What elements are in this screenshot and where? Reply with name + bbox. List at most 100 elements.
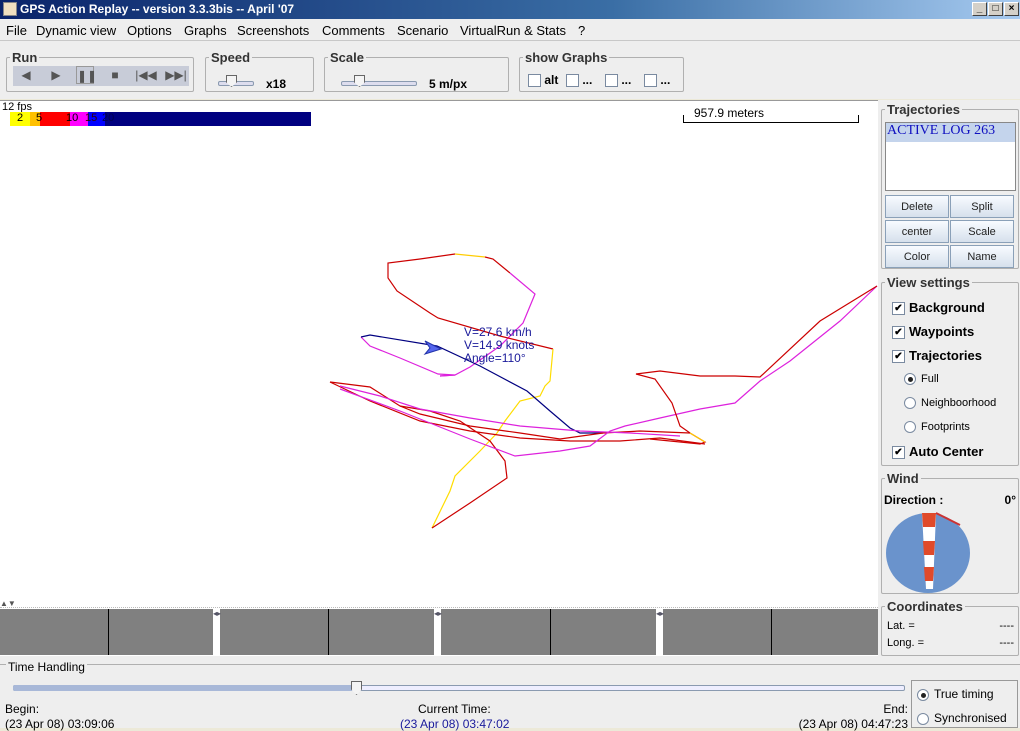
lat-value: ---- (999, 620, 1014, 632)
mode-footprints-radio[interactable]: Footprints (904, 421, 970, 434)
end-label: End: (883, 702, 908, 716)
mode-neighbourhood-radio[interactable]: Neighboorhood (904, 397, 996, 410)
split-handle-icon[interactable]: ◂▸ (434, 609, 442, 655)
begin-label: Begin: (5, 702, 40, 716)
rewind-to-start-icon[interactable]: |◀◀ (135, 66, 157, 84)
graph-4-label: ... (660, 73, 671, 87)
trajectories-label: Trajectories (885, 102, 962, 117)
auto-center-checkbox[interactable]: ✔ Auto Center (892, 444, 984, 460)
true-timing-label: True timing (934, 687, 994, 701)
fast-forward-to-end-icon[interactable]: ▶▶| (165, 66, 187, 84)
map-canvas[interactable]: 12 fps 2 5 10 15 20 957.9 meters V=27.6 … (0, 100, 878, 600)
end-value: (23 Apr 08) 04:47:23 (798, 717, 908, 731)
current-time-label: Current Time: (418, 702, 491, 716)
menu-file[interactable]: File (6, 23, 27, 38)
toolbar: Run ◀ ▶ ❚❚ ■ |◀◀ ▶▶| Speed x18 Scale 5 m… (0, 41, 1020, 99)
synchronised-label: Synchronised (934, 711, 1007, 725)
trajectories-checkbox-label: Trajectories (909, 348, 982, 363)
maximize-button[interactable]: □ (988, 2, 1003, 16)
split-button[interactable]: Split (950, 195, 1014, 218)
menu-scenario[interactable]: Scenario (397, 23, 448, 38)
background-checkbox[interactable]: ✔ Background (892, 300, 985, 316)
graph-3-label: ... (621, 73, 632, 87)
graph-2-checkbox[interactable]: ... (566, 73, 593, 88)
menu-virtualrun-stats[interactable]: VirtualRun & Stats (460, 23, 566, 38)
mode-full-radio[interactable]: Full (904, 373, 939, 386)
background-label: Background (909, 300, 985, 315)
menu-bar: File Dynamic view Options Graphs Screens… (0, 19, 1020, 41)
menu-comments[interactable]: Comments (322, 23, 385, 38)
menu-graphs[interactable]: Graphs (184, 23, 227, 38)
close-button[interactable]: × (1004, 2, 1019, 16)
minimize-button[interactable]: _ (972, 2, 987, 16)
color-button[interactable]: Color (885, 245, 949, 268)
name-button[interactable]: Name (950, 245, 1014, 268)
speed-value: x18 (266, 77, 287, 91)
track-segment (635, 285, 878, 445)
graph-3-checkbox[interactable]: ... (605, 73, 632, 88)
speed-label: Speed (209, 50, 253, 65)
split-handle-icon[interactable]: ◂▸ (656, 609, 664, 655)
stop-icon[interactable]: ■ (106, 66, 124, 84)
time-handling-label: Time Handling (6, 660, 87, 674)
track-segment (454, 253, 486, 258)
title-bar: GPS Action Replay -- version 3.3.3bis --… (0, 0, 1020, 19)
show-graphs-label: show Graphs (523, 50, 610, 65)
right-panel: Trajectories ACTIVE LOG 263 Delete Split… (878, 100, 1020, 656)
waypoints-checkbox[interactable]: ✔ Waypoints (892, 324, 975, 340)
wind-direction-label: Direction : (884, 493, 944, 507)
track-segment (689, 432, 706, 443)
play-icon[interactable]: ▶ (47, 66, 65, 84)
menu-options[interactable]: Options (127, 23, 172, 38)
scale-value: 5 m/px (429, 77, 468, 91)
split-handle-icon[interactable]: ◂▸ (213, 609, 221, 655)
long-label: Long. = (887, 637, 925, 649)
graph-4-checkbox[interactable]: ... (644, 73, 671, 88)
graph-2-label: ... (582, 73, 593, 87)
mode-footprints-label: Footprints (921, 421, 970, 433)
track-segment (339, 285, 878, 457)
lat-label: Lat. = (887, 620, 915, 632)
trajectory-item[interactable]: ACTIVE LOG 263 (886, 123, 1015, 142)
mode-full-label: Full (921, 373, 939, 385)
track-segment (339, 385, 681, 437)
menu-help[interactable]: ? (578, 23, 585, 38)
wind-direction-value: 0° (1004, 493, 1016, 507)
current-position-arrow-icon (423, 340, 443, 355)
long-value: ---- (999, 637, 1014, 649)
run-label: Run (10, 50, 40, 65)
view-settings-group: View settings ✔ Background ✔ Waypoints ✔ Tr… (881, 275, 1019, 466)
track-segment (484, 256, 511, 274)
begin-value: (23 Apr 08) 03:09:06 (5, 717, 115, 731)
scale-button[interactable]: Scale (950, 220, 1014, 243)
menu-dynamic-view[interactable]: Dynamic view (36, 23, 116, 38)
track-segment (329, 381, 691, 440)
divider-collapse-arrows-icon[interactable]: ▲▼ (0, 600, 878, 608)
java-app-icon (3, 2, 17, 16)
wind-group: Wind Direction : 0° (881, 471, 1019, 594)
synchronised-radio[interactable]: Synchronised (917, 711, 1007, 725)
track-segment (360, 336, 456, 377)
true-timing-radio[interactable]: True timing (917, 687, 994, 701)
scale-slider[interactable] (341, 81, 417, 86)
trajectories-checkbox[interactable]: ✔ Trajectories (892, 348, 982, 364)
speed-group: Speed x18 (205, 50, 314, 92)
step-back-icon[interactable]: ◀ (17, 66, 35, 84)
coordinates-label: Coordinates (885, 599, 965, 614)
time-slider-thumb[interactable] (351, 681, 362, 695)
graph-alt-checkbox[interactable]: alt (528, 73, 558, 88)
windsock-icon (886, 512, 970, 593)
trajectory-track (329, 253, 878, 529)
delete-button[interactable]: Delete (885, 195, 949, 218)
auto-center-label: Auto Center (909, 444, 984, 459)
scale-group: Scale 5 m/px (324, 50, 509, 92)
waypoints-label: Waypoints (909, 324, 975, 339)
menu-screenshots[interactable]: Screenshots (237, 23, 309, 38)
pause-icon[interactable]: ❚❚ (76, 66, 97, 84)
center-button[interactable]: center (885, 220, 949, 243)
time-slider-fill (13, 685, 357, 691)
window-title: GPS Action Replay -- version 3.3.3bis --… (20, 2, 295, 16)
trajectories-list[interactable]: ACTIVE LOG 263 (885, 122, 1016, 191)
angle-label: Angle=110° (464, 351, 526, 365)
view-settings-label: View settings (885, 275, 972, 290)
